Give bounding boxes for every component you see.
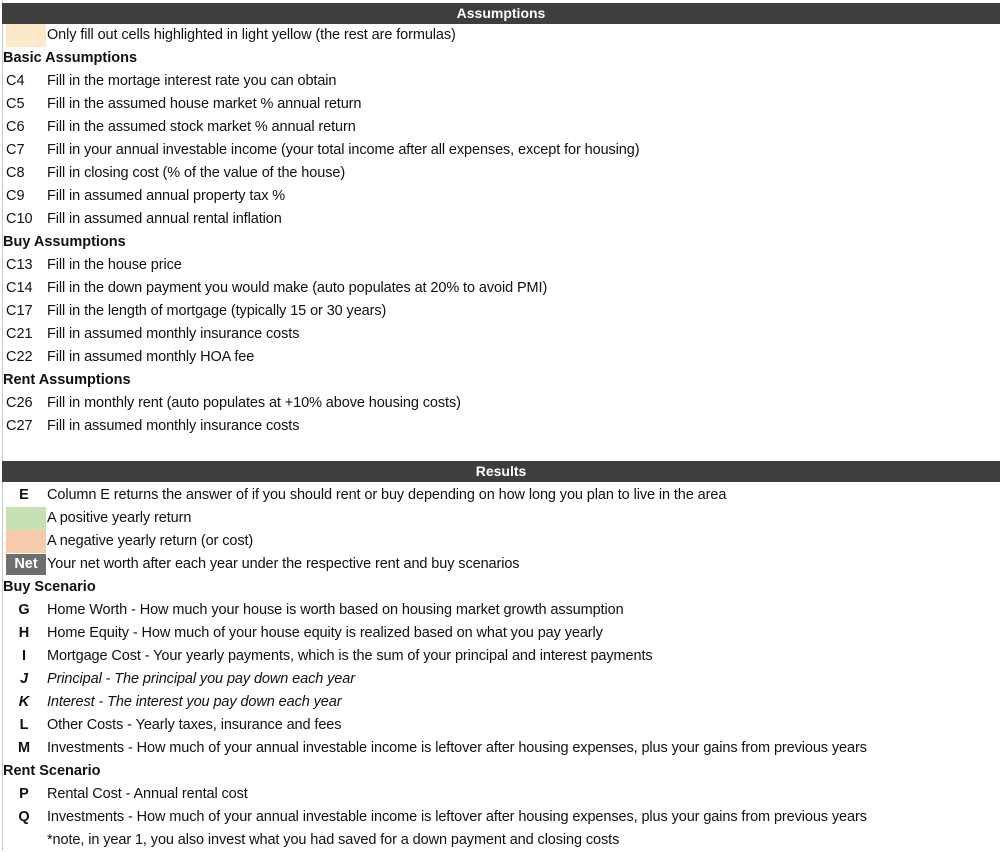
orange-swatch bbox=[6, 530, 46, 553]
cell-ref: C27 bbox=[6, 418, 33, 434]
row-text: Fill in the assumed stock market % annua… bbox=[47, 119, 356, 135]
row-text: Fill in your annual investable income (y… bbox=[47, 142, 640, 158]
row-text: Home Equity - How much of your house equ… bbox=[47, 625, 603, 641]
results-header: Results bbox=[2, 461, 1000, 482]
row-text: Fill in the mortage interest rate you ca… bbox=[47, 73, 337, 89]
yellow-note-row: Only fill out cells highlighted in light… bbox=[3, 24, 993, 47]
assumptions-header: Assumptions bbox=[2, 3, 1000, 24]
cell-ref: C7 bbox=[6, 142, 25, 158]
cell-ref: C6 bbox=[6, 119, 25, 135]
row-text: Investments - How much of your annual in… bbox=[47, 740, 867, 756]
cell-ref: C22 bbox=[6, 349, 33, 365]
row-text: Fill in closing cost (% of the value of … bbox=[47, 165, 346, 181]
footnote-text: *note, in year 1, you also invest what y… bbox=[47, 832, 620, 848]
section-heading-basic: Basic Assumptions bbox=[3, 50, 138, 66]
row-text: Fill in assumed monthly HOA fee bbox=[47, 349, 255, 365]
net-badge: Net bbox=[6, 554, 46, 575]
row-text: A negative yearly return (or cost) bbox=[47, 533, 254, 549]
yellow-swatch[interactable] bbox=[6, 24, 46, 47]
cell-ref: C4 bbox=[6, 73, 25, 89]
row-text: Interest - The interest you pay down eac… bbox=[47, 694, 342, 710]
column-key: Q bbox=[18, 809, 30, 825]
section-heading-buy: Buy Assumptions bbox=[3, 234, 126, 250]
column-key: I bbox=[21, 648, 27, 664]
column-key: L bbox=[19, 717, 29, 733]
row-text: Fill in monthly rent (auto populates at … bbox=[47, 395, 461, 411]
row-text: Fill in the house price bbox=[47, 257, 182, 273]
cell-ref: C13 bbox=[6, 257, 33, 273]
row-text: Principal - The principal you pay down e… bbox=[47, 671, 355, 687]
row-text: Fill in assumed monthly insurance costs bbox=[47, 326, 300, 342]
row-text: Fill in the down payment you would make … bbox=[47, 280, 548, 296]
column-key: M bbox=[17, 740, 31, 756]
cell-ref: C8 bbox=[6, 165, 25, 181]
section-heading-rent: Rent Assumptions bbox=[3, 372, 131, 388]
row-text: Fill in the assumed house market % annua… bbox=[47, 96, 362, 112]
cell-ref: C17 bbox=[6, 303, 33, 319]
cell-ref: C5 bbox=[6, 96, 25, 112]
row-text: Other Costs - Yearly taxes, insurance an… bbox=[47, 717, 342, 733]
row-text: Rental Cost - Annual rental cost bbox=[47, 786, 248, 802]
row-text: Column E returns the answer of if you sh… bbox=[47, 487, 727, 503]
row-text: Investments - How much of your annual in… bbox=[47, 809, 867, 825]
column-key: P bbox=[19, 786, 29, 802]
row-text: Mortgage Cost - Your yearly payments, wh… bbox=[47, 648, 653, 664]
row-text: Fill in assumed annual rental inflation bbox=[47, 211, 282, 227]
row-text: Fill in assumed monthly insurance costs bbox=[47, 418, 300, 434]
column-key: H bbox=[18, 625, 30, 641]
column-key: G bbox=[18, 602, 30, 618]
row-text: Home Worth - How much your house is wort… bbox=[47, 602, 624, 618]
row-text: Fill in assumed annual property tax % bbox=[47, 188, 286, 204]
note-text: Only fill out cells highlighted in light… bbox=[47, 27, 456, 43]
green-swatch bbox=[6, 507, 46, 530]
column-key: J bbox=[19, 671, 29, 687]
column-key: K bbox=[18, 694, 30, 710]
row-text: Your net worth after each year under the… bbox=[47, 556, 520, 572]
cell-ref: C9 bbox=[6, 188, 25, 204]
row-text: Fill in the length of mortgage (typicall… bbox=[47, 303, 387, 319]
column-key: E bbox=[19, 487, 29, 503]
section-heading-buy-scenario: Buy Scenario bbox=[3, 579, 96, 595]
cell-ref: C14 bbox=[6, 280, 33, 296]
cell-ref: C21 bbox=[6, 326, 33, 342]
cell-ref: C26 bbox=[6, 395, 33, 411]
row-text: A positive yearly return bbox=[47, 510, 192, 526]
cell-ref: C10 bbox=[6, 211, 33, 227]
section-heading-rent-scenario: Rent Scenario bbox=[3, 763, 101, 779]
